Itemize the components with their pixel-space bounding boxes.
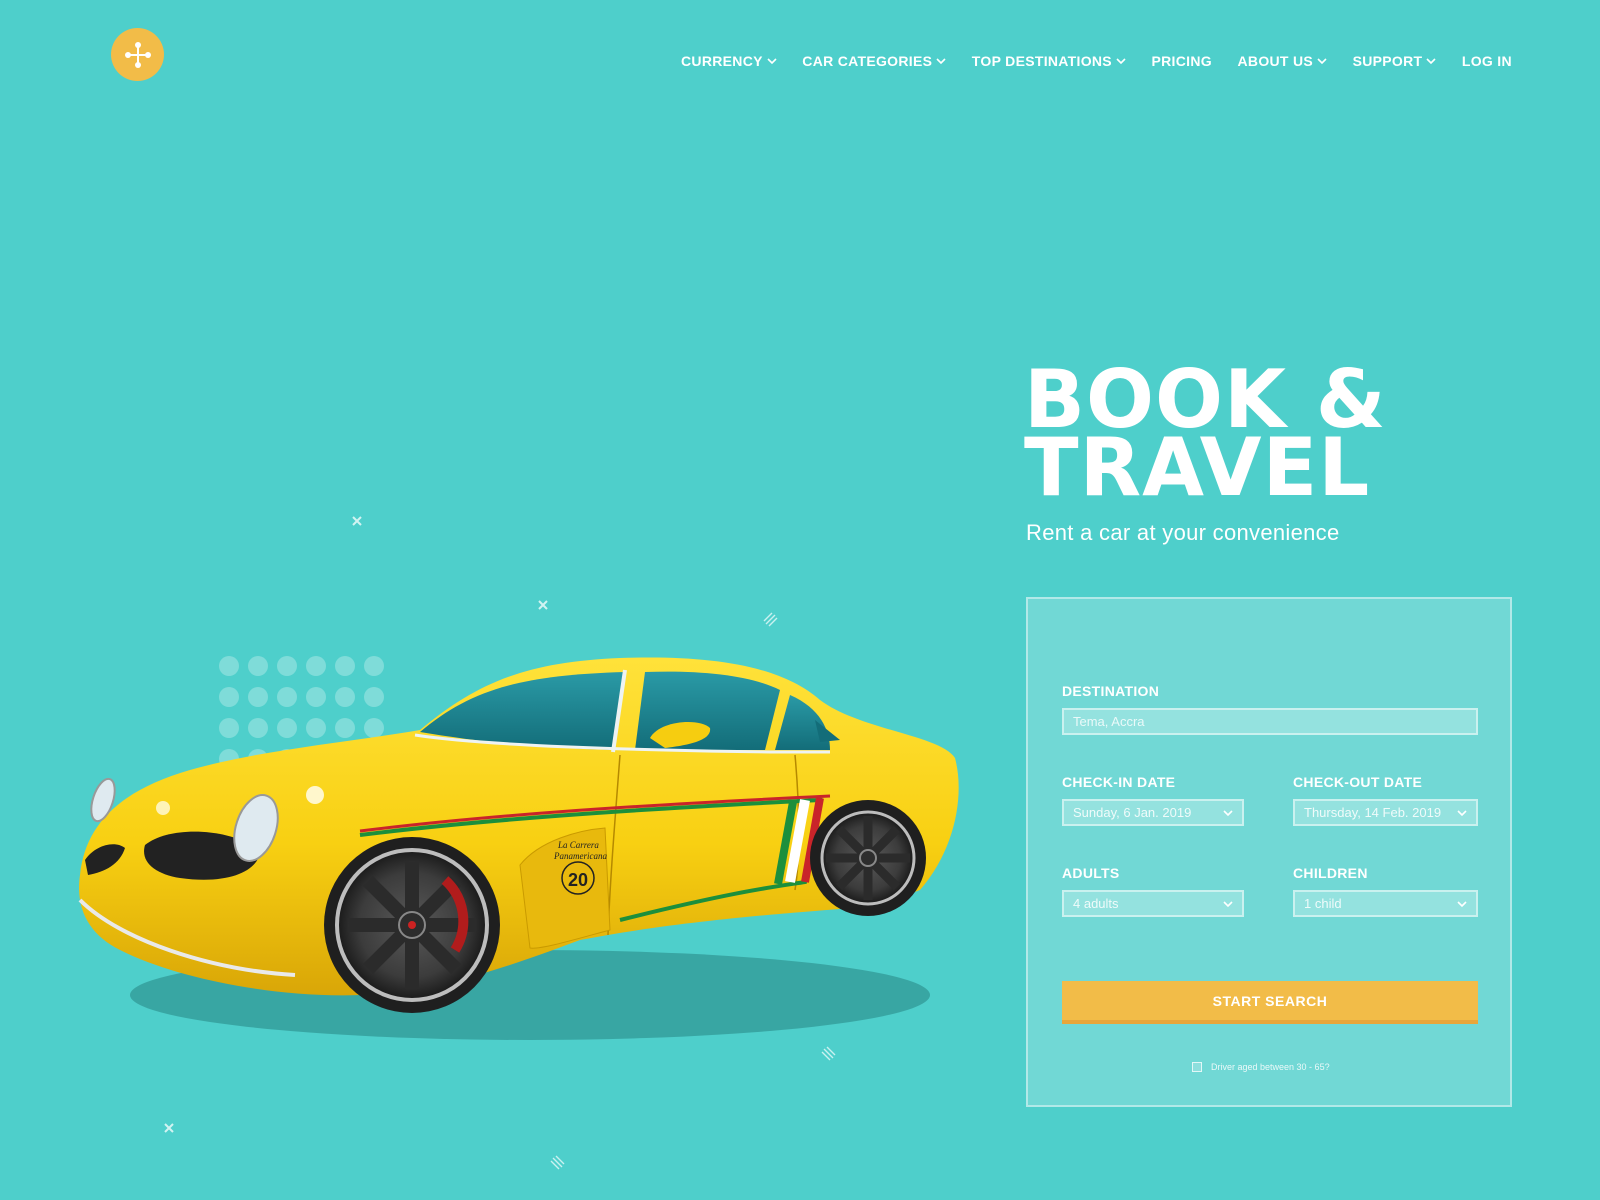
adults-label: ADULTS xyxy=(1062,865,1120,881)
nav-item-support[interactable]: SUPPORT xyxy=(1353,53,1437,69)
checkin-date-select[interactable]: Sunday, 6 Jan. 2019 xyxy=(1062,799,1244,826)
car-decal-text: Panamericana xyxy=(553,851,607,861)
nav-item-label: PRICING xyxy=(1151,53,1212,69)
nav-item-about-us[interactable]: ABOUT US xyxy=(1238,53,1328,69)
checkout-date-label: CHECK-OUT DATE xyxy=(1293,774,1423,790)
x-mark-decoration xyxy=(538,600,548,610)
adults-value: 4 adults xyxy=(1073,896,1119,911)
chevron-down-icon xyxy=(767,58,777,65)
chevron-down-icon xyxy=(1223,809,1233,816)
x-mark-decoration xyxy=(164,1123,174,1133)
chevron-down-icon xyxy=(1457,809,1467,816)
nav-item-label: SUPPORT xyxy=(1352,53,1423,69)
chevron-down-icon xyxy=(1223,900,1233,907)
destination-label: DESTINATION xyxy=(1062,683,1160,699)
nav-item-pricing[interactable]: PRICING xyxy=(1152,53,1212,69)
car-image: La Carrera Panamericana 20 xyxy=(78,657,959,1040)
car-decal-number: 20 xyxy=(568,870,588,890)
logo[interactable] xyxy=(111,28,164,81)
chevron-down-icon xyxy=(1317,58,1327,65)
main-nav: CURRENCY CAR CATEGORIES TOP DESTINATIONS… xyxy=(681,52,1512,70)
nav-item-car-categories[interactable]: CAR CATEGORIES xyxy=(802,53,946,69)
nav-item-top-destinations[interactable]: TOP DESTINATIONS xyxy=(972,53,1126,69)
x-mark-decoration xyxy=(352,516,362,526)
booking-form: DESTINATION CHECK-IN DATE Sunday, 6 Jan.… xyxy=(1026,597,1512,1107)
nav-item-label: LOG IN xyxy=(1461,53,1512,69)
nav-item-label: TOP DESTINATIONS xyxy=(971,53,1112,69)
chevron-down-icon xyxy=(1426,58,1436,65)
children-select[interactable]: 1 child xyxy=(1293,890,1478,917)
nav-item-currency[interactable]: CURRENCY xyxy=(681,53,777,69)
nav-item-log-in[interactable]: LOG IN xyxy=(1462,53,1512,69)
hatch-mark-decoration xyxy=(763,612,778,627)
chevron-down-icon xyxy=(1116,58,1126,65)
cross-dots-icon xyxy=(124,41,151,68)
page-subtitle: Rent a car at your convenience xyxy=(1026,520,1340,545)
children-label: CHILDREN xyxy=(1293,865,1368,881)
children-value: 1 child xyxy=(1304,896,1342,911)
nav-item-label: CAR CATEGORIES xyxy=(802,53,933,69)
checkout-date-value: Thursday, 14 Feb. 2019 xyxy=(1304,805,1442,820)
checkout-date-select[interactable]: Thursday, 14 Feb. 2019 xyxy=(1293,799,1478,826)
title-line-2: TRAVEL xyxy=(1024,421,1371,514)
driver-age-label: Driver aged between 30 - 65? xyxy=(1211,1062,1330,1072)
hatch-mark-decoration xyxy=(550,1155,565,1170)
checkin-date-value: Sunday, 6 Jan. 2019 xyxy=(1073,805,1192,820)
chevron-down-icon xyxy=(936,58,946,65)
chevron-down-icon xyxy=(1457,900,1467,907)
adults-select[interactable]: 4 adults xyxy=(1062,890,1244,917)
car-decal-text: La Carrera xyxy=(557,840,599,850)
driver-age-option: Driver aged between 30 - 65? xyxy=(1192,1062,1330,1072)
destination-input[interactable] xyxy=(1062,708,1478,735)
start-search-button[interactable]: START SEARCH xyxy=(1062,981,1478,1024)
driver-age-checkbox[interactable] xyxy=(1192,1062,1202,1072)
nav-item-label: CURRENCY xyxy=(681,53,763,69)
checkin-date-label: CHECK-IN DATE xyxy=(1062,774,1176,790)
nav-item-label: ABOUT US xyxy=(1237,53,1314,69)
page-title: BOOK & TRAVEL xyxy=(1024,360,1387,508)
